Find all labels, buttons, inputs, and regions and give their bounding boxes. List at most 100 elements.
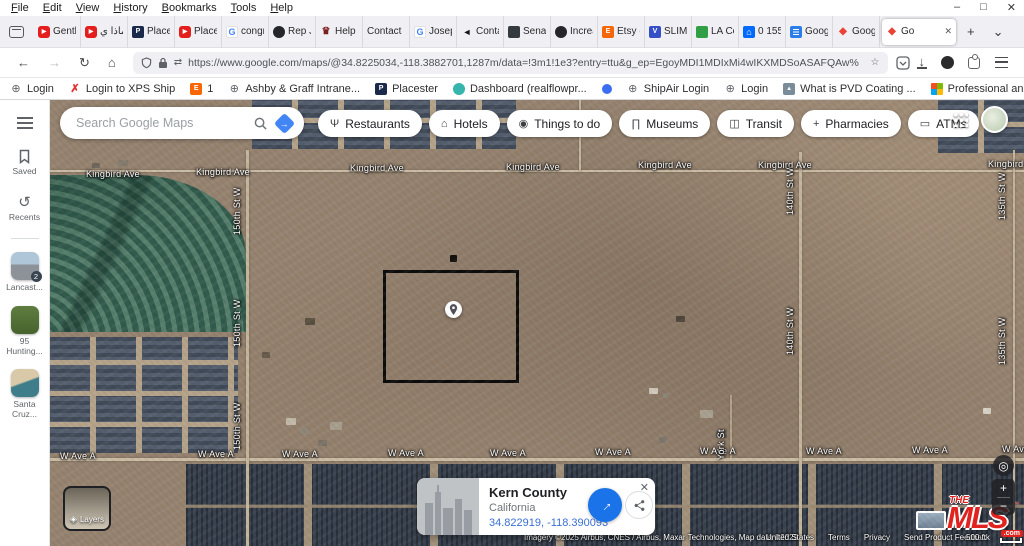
new-tab-button[interactable]: + — [958, 24, 984, 39]
bookmark-item[interactable]: ⊕ Login — [10, 83, 54, 95]
browser-tab[interactable]: G congr — [222, 16, 269, 48]
permissions-icon[interactable]: ⇄ — [174, 57, 182, 68]
browser-tab[interactable]: Rep Jo — [269, 16, 316, 48]
app-menu-icon[interactable] — [995, 57, 1008, 68]
reload-button[interactable]: ↻ — [70, 55, 99, 71]
tab-title: Goog — [805, 26, 828, 37]
bookmark-item[interactable]: ⊕ ShipAir Login — [627, 83, 709, 95]
street-label: Kingbird Ave — [506, 162, 560, 172]
browser-tab[interactable]: Goog — [786, 16, 833, 48]
layers-button[interactable]: ◈ Layers — [63, 486, 111, 531]
bookmark-favicon: ⊕ — [10, 83, 22, 95]
pocket-icon[interactable] — [896, 56, 910, 70]
browser-tab[interactable]: ▶ Gentle — [34, 16, 81, 48]
category-chip[interactable]: + Pharmacies — [801, 110, 901, 137]
browser-tab[interactable]: ⌂ 0 155 — [739, 16, 786, 48]
place-coordinates[interactable]: 34.822919, -118.390093 — [489, 517, 608, 529]
tab-favicon: ⌂ — [743, 26, 755, 38]
card-close-icon[interactable]: ✕ — [640, 481, 649, 494]
my-location-button[interactable]: ◎ — [993, 455, 1014, 476]
library-icon[interactable] — [9, 26, 24, 38]
tab-list-button[interactable]: ⌄ — [984, 24, 1013, 40]
bookmark-item[interactable]: ✗ Login to XPS Ship — [69, 83, 175, 95]
attribution-link[interactable]: Terms — [828, 533, 850, 542]
shield-icon[interactable] — [141, 57, 152, 69]
menu-item[interactable]: Edit — [36, 2, 69, 14]
menu-item[interactable]: Tools — [224, 2, 264, 14]
browser-tab[interactable]: Increa — [551, 16, 598, 48]
attribution-link[interactable]: United States — [766, 533, 814, 542]
minimize-button[interactable]: – — [954, 1, 960, 14]
bookmark-item[interactable]: ⊕ Login — [724, 83, 768, 95]
category-chip[interactable]: ◉ Things to do — [507, 110, 613, 137]
browser-tab[interactable]: E Etsy - — [598, 16, 645, 48]
back-button[interactable]: ← — [8, 55, 39, 70]
bookmark-item[interactable]: E 1 — [190, 83, 213, 95]
recents-clock-icon: ↺ — [18, 196, 31, 210]
google-apps-grid-icon[interactable] — [953, 112, 968, 127]
bookmark-item[interactable]: P Placester — [375, 83, 438, 95]
category-icon: ◫ — [729, 117, 739, 130]
browser-tab[interactable]: V SLIMI — [645, 16, 692, 48]
recent-place-item[interactable]: 95 Hunting... — [1, 306, 49, 357]
terrain-structure — [649, 388, 658, 394]
zoom-in-button[interactable]: + — [992, 479, 1015, 497]
maps-menu-icon[interactable] — [17, 117, 33, 129]
attribution-link[interactable]: Privacy — [864, 533, 890, 542]
browser-tab[interactable]: ▶ لماذا ي — [81, 16, 128, 48]
url-bar[interactable]: ⇄ https://www.google.com/maps/@34.822503… — [133, 52, 888, 74]
menu-item[interactable]: Help — [263, 2, 300, 14]
close-button[interactable]: ✕ — [1007, 1, 1016, 14]
imagery-preview-thumbnail[interactable] — [916, 511, 946, 530]
tab-close-icon[interactable]: ✕ — [944, 26, 952, 37]
category-chip[interactable]: ◫ Transit — [717, 110, 794, 137]
menu-item[interactable]: History — [106, 2, 154, 14]
extension-icon[interactable] — [968, 57, 980, 69]
menu-item[interactable]: File — [4, 2, 36, 14]
recent-place-item[interactable]: 2 Lancast... — [1, 252, 49, 293]
forward-button[interactable]: → — [39, 55, 70, 70]
category-chip[interactable]: ∏ Museums — [619, 110, 710, 137]
browser-tab[interactable]: P Places — [128, 16, 175, 48]
directions-icon[interactable]: → — [274, 112, 295, 133]
sidebar-item-saved[interactable]: Saved — [12, 149, 36, 176]
bookmark-item[interactable]: Professional and Tech... — [931, 83, 1024, 95]
zoom-out-button[interactable]: − — [992, 498, 1015, 516]
restore-button[interactable]: □ — [980, 1, 987, 14]
browser-tab[interactable]: ▶ Places — [175, 16, 222, 48]
downloads-icon[interactable]: ↓ — [917, 56, 928, 69]
bookmark-star-icon[interactable]: ☆ — [871, 57, 880, 68]
url-text[interactable]: https://www.google.com/maps/@34.8225034,… — [188, 57, 864, 69]
browser-tab[interactable]: ◄ Conta — [457, 16, 504, 48]
category-chip[interactable]: ⌂ Hotels — [429, 110, 500, 137]
search-input[interactable] — [76, 116, 254, 130]
account-avatar[interactable] — [981, 106, 1008, 133]
menu-item[interactable]: Bookmarks — [155, 2, 224, 14]
browser-tab[interactable]: Senat — [504, 16, 551, 48]
directions-button[interactable]: → — [588, 488, 622, 522]
maps-search-box[interactable]: → — [60, 107, 304, 139]
sidebar-item-recents[interactable]: ↺ Recents — [9, 196, 40, 222]
browser-tab[interactable]: Contact | L — [363, 16, 410, 48]
bookmark-item[interactable]: ⊕ Ashby & Graff Intrane... — [228, 83, 360, 95]
bookmark-item[interactable]: ▲ What is PVD Coating ... — [783, 83, 916, 95]
search-icon[interactable] — [254, 117, 267, 130]
tab-title: Places — [147, 26, 170, 37]
tab-favicon — [508, 26, 520, 38]
browser-tab[interactable]: ♛ Help w — [316, 16, 363, 48]
category-chip[interactable]: Ψ Restaurants — [318, 110, 422, 137]
browser-tab[interactable]: LA Co — [692, 16, 739, 48]
lock-icon[interactable] — [158, 57, 168, 69]
location-pin-icon[interactable] — [445, 301, 462, 318]
menu-item[interactable]: View — [69, 2, 107, 14]
share-button[interactable] — [625, 491, 653, 519]
active-tab[interactable]: ◆ Go ✕ — [882, 19, 956, 45]
bookmark-item[interactable] — [602, 83, 612, 95]
bookmark-item[interactable]: Dashboard (realflowpr... — [453, 83, 587, 95]
extension-icon[interactable] — [941, 56, 954, 69]
recent-place-item[interactable]: Santa Cruz... — [1, 369, 49, 420]
browser-tab[interactable]: G Joseph — [410, 16, 457, 48]
home-button[interactable]: ⌂ — [99, 55, 125, 70]
browser-tab[interactable]: ◆ Googl — [833, 16, 880, 48]
place-photo[interactable] — [417, 478, 479, 535]
